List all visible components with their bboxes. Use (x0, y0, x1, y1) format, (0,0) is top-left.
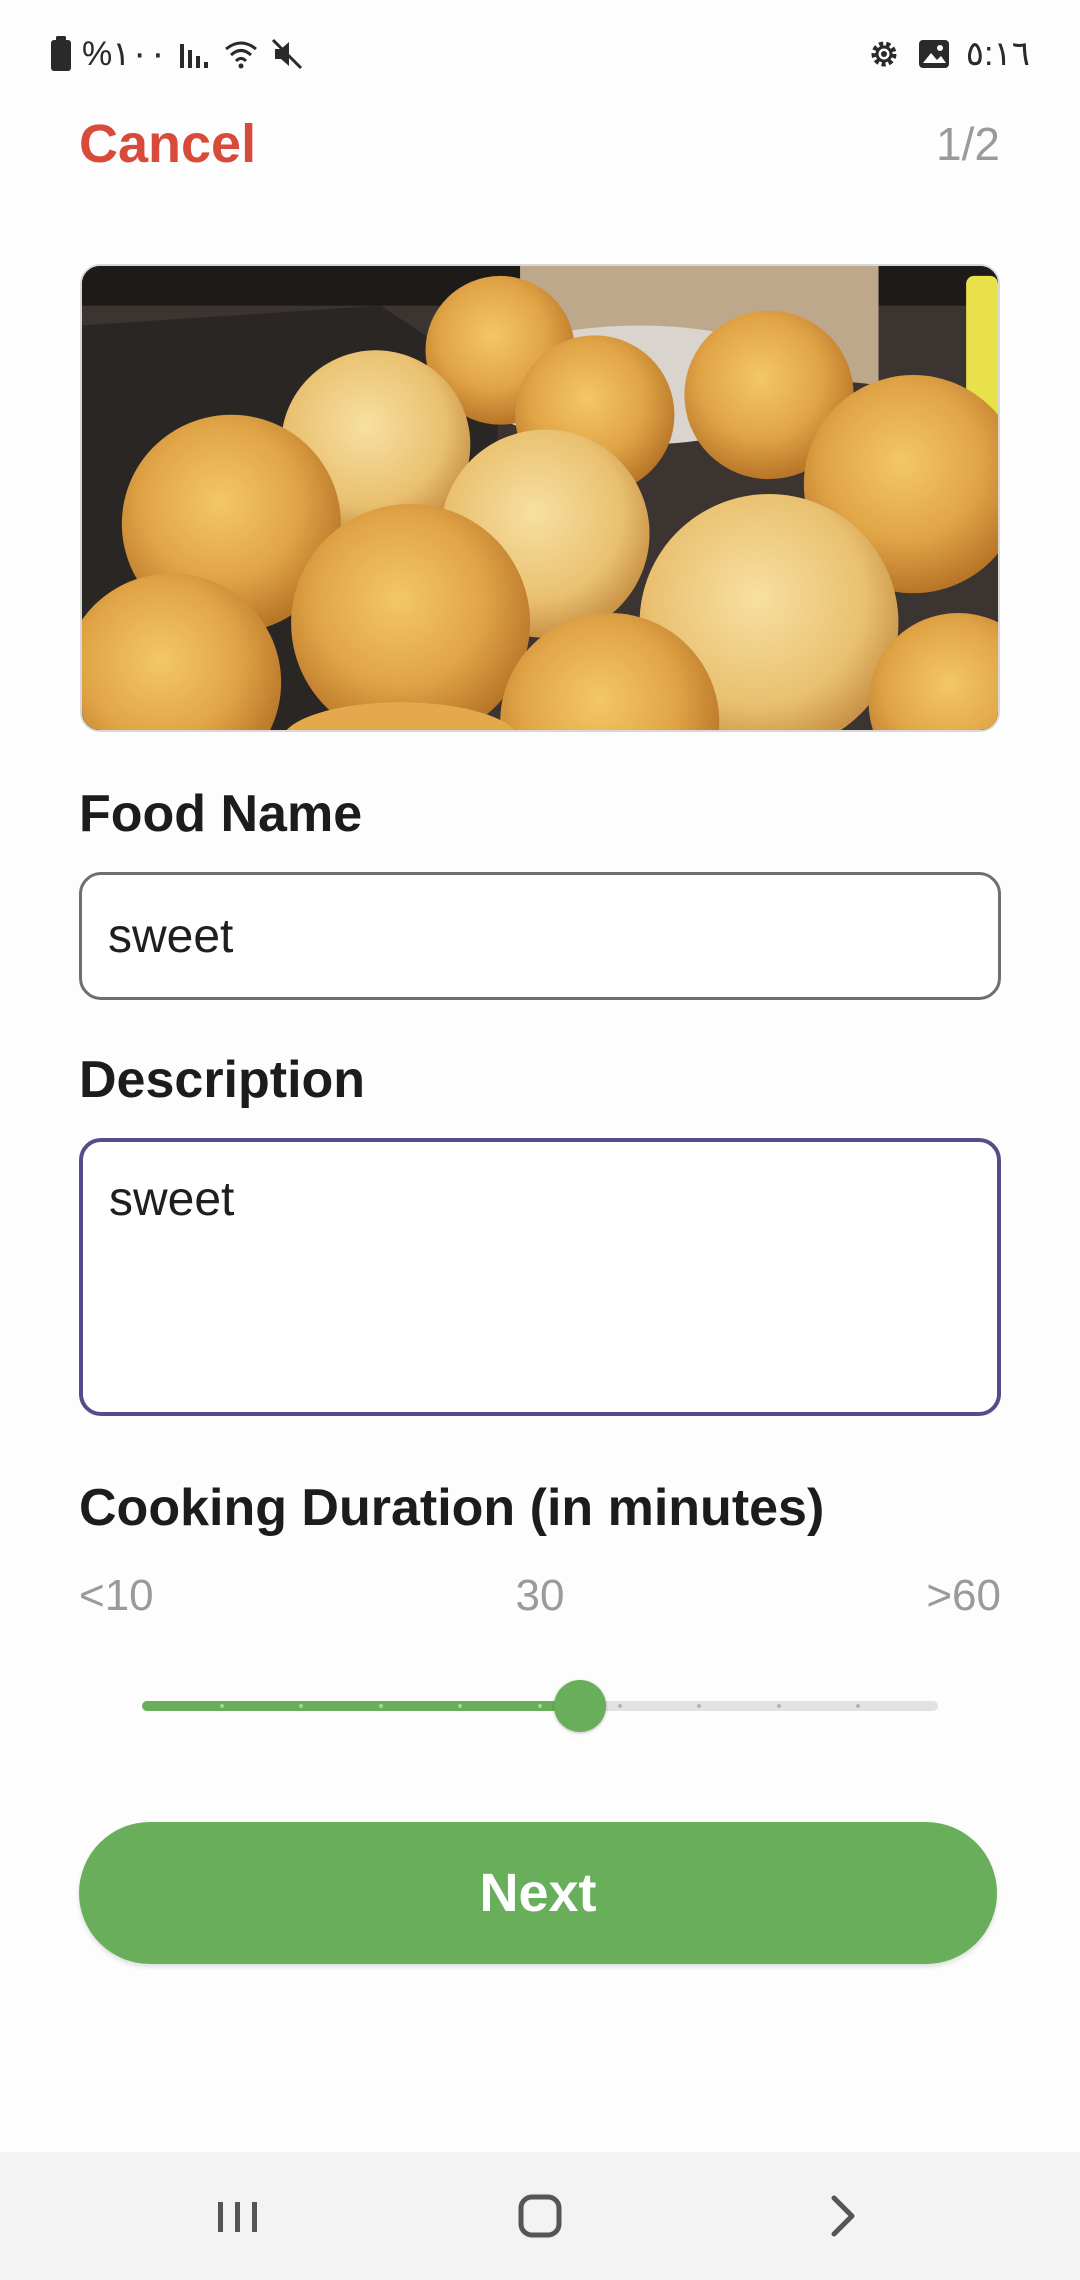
cooking-duration-label: Cooking Duration (in minutes) (79, 1479, 825, 1537)
cancel-button[interactable]: Cancel (79, 112, 256, 176)
status-bar-right: ٥:١٦ (866, 34, 1030, 74)
mute-icon (269, 36, 305, 72)
slider-step-dot (219, 1704, 224, 1708)
description-label: Description (79, 1051, 366, 1109)
next-button[interactable]: Next (79, 1822, 997, 1964)
recents-icon[interactable] (208, 2186, 268, 2246)
food-name-input[interactable] (79, 872, 1001, 1000)
slider-fill (142, 1701, 580, 1711)
back-icon[interactable] (812, 2186, 872, 2246)
recipe-form-screen: %١٠٠ ٥:١٦ Cancel 1/2 Food Name sweet Des… (0, 0, 1080, 2280)
description-input[interactable]: sweet (79, 1138, 1001, 1416)
battery-icon (50, 36, 72, 72)
settings-icon (866, 36, 902, 72)
status-bar: %١٠٠ ٥:١٦ (0, 0, 1080, 100)
battery-percent: %١٠٠ (82, 35, 168, 73)
slider-step-dot (378, 1704, 383, 1708)
duration-max-label: >60 (926, 1571, 1001, 1620)
slider-step-dot (617, 1704, 622, 1708)
slider-step-dot (776, 1704, 781, 1708)
step-counter: 1/2 (936, 118, 1000, 170)
navigation-bar (0, 2152, 1080, 2280)
clock: ٥:١٦ (965, 35, 1030, 73)
status-bar-left: %١٠٠ (50, 34, 305, 74)
food-image[interactable] (80, 264, 1000, 732)
slider-thumb[interactable] (553, 1680, 606, 1732)
cooking-duration-slider[interactable] (142, 1676, 938, 1734)
wifi-icon (223, 36, 259, 72)
signal-icon (177, 36, 213, 72)
food-photo (82, 266, 998, 730)
food-name-label: Food Name (79, 785, 363, 843)
duration-mid-label: 30 (515, 1571, 565, 1620)
gallery-icon (916, 36, 952, 72)
home-icon[interactable] (510, 2186, 570, 2246)
slider-step-dot (538, 1704, 542, 1708)
